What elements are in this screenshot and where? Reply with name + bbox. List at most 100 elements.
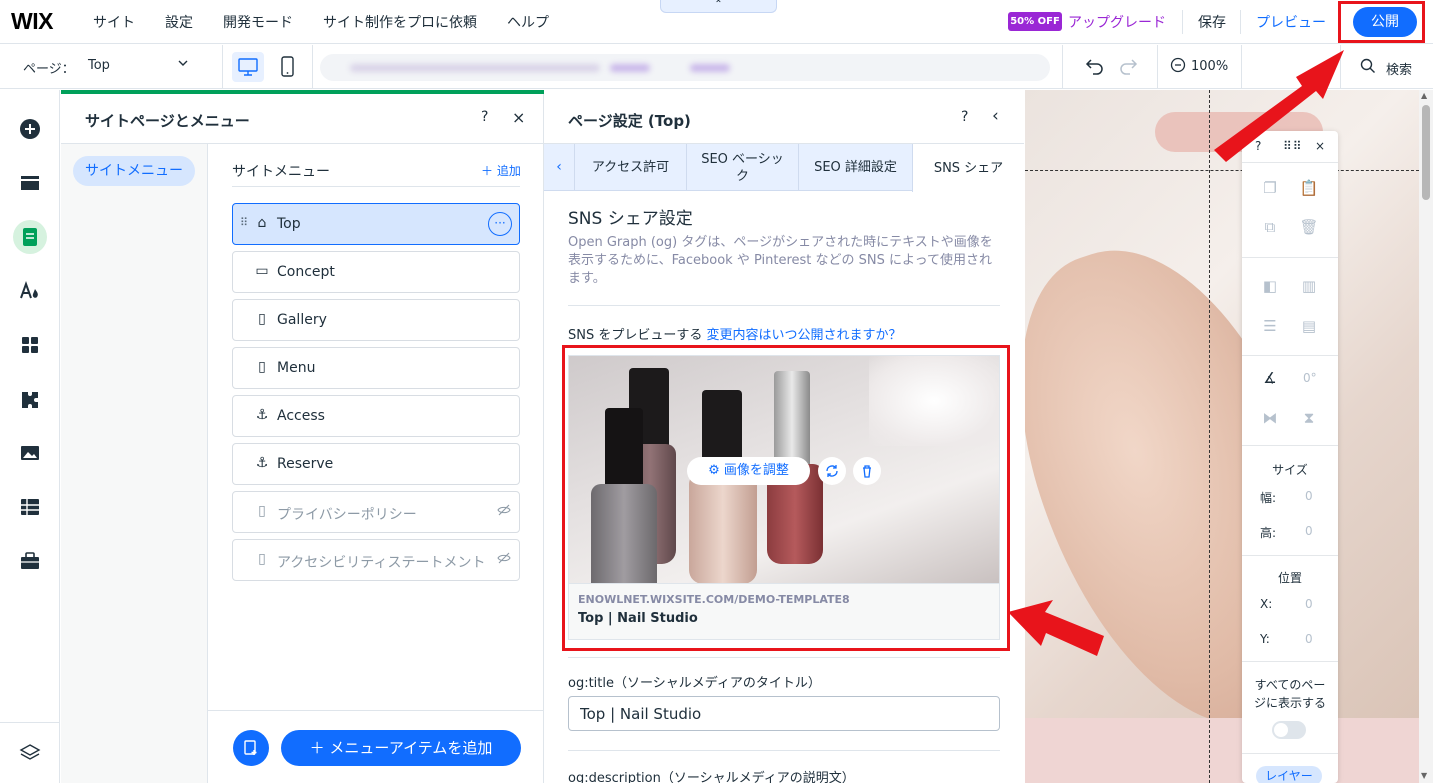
rotation-value[interactable]: 0°	[1303, 371, 1317, 385]
add-icon[interactable]	[13, 112, 47, 146]
x-value[interactable]: 0	[1305, 597, 1313, 611]
scrollbar-thumb[interactable]	[1422, 105, 1430, 200]
back-icon[interactable]: ‹	[992, 106, 999, 126]
sections-icon[interactable]	[13, 166, 47, 200]
desktop-view-button[interactable]	[232, 52, 264, 82]
editor-canvas[interactable]	[1025, 90, 1419, 783]
zoom-out-icon[interactable]	[1170, 57, 1186, 77]
publish-info-link[interactable]: 変更内容はいつ公開されますか？	[707, 328, 902, 343]
duplicate-icon[interactable]: ⧉	[1260, 218, 1280, 236]
save-button[interactable]: 保存	[1198, 12, 1226, 32]
width-value[interactable]: 0	[1305, 489, 1313, 503]
arrange-icon[interactable]: ◧	[1260, 277, 1280, 295]
rotate-icon[interactable]: ∡	[1260, 369, 1280, 387]
drag-handle-icon[interactable]: ⠿⠿	[1283, 139, 1303, 153]
media-icon[interactable]	[13, 436, 47, 470]
distribute-icon[interactable]: ☰	[1260, 317, 1280, 335]
scroll-up-icon[interactable]: ▲	[1421, 91, 1427, 100]
add-menu-item-button[interactable]: ＋ メニューアイテムを追加	[281, 730, 521, 766]
help-icon[interactable]: ?	[481, 109, 488, 125]
menu-item-label: Menu	[277, 360, 316, 376]
divider	[1340, 45, 1341, 89]
site-pages-panel: サイトページとメニュー ? × サイトメニュー サイトメニュー ＋ 追加 ⠿ ⌂…	[61, 90, 544, 783]
business-icon[interactable]	[13, 544, 47, 578]
tabs-scroll-left-icon[interactable]: ‹	[544, 144, 574, 191]
menu-item-concept[interactable]: ▭ Concept	[232, 251, 520, 293]
flip-horizontal-icon[interactable]: ⧓	[1260, 409, 1280, 427]
home-icon: ⌂	[257, 215, 267, 231]
cms-icon[interactable]	[13, 490, 47, 524]
layers-button[interactable]: レイヤー	[1256, 766, 1322, 783]
tab-social-share[interactable]: SNS シェア	[912, 144, 1024, 192]
menu-item-menu[interactable]: ▯ Menu	[232, 347, 520, 389]
undo-icon[interactable]	[1085, 56, 1105, 81]
floating-toolbar: ? ⠿⠿ × ❐ 📋 ⧉ 🗑 ◧ ▥ ☰ ▤ ∡ 0° ⧓ ⧗ サイズ 幅: 0…	[1242, 131, 1338, 783]
tab-seo-advanced[interactable]: SEO 詳細設定	[798, 144, 912, 191]
guide-line-vertical	[1209, 90, 1210, 783]
menu-settings[interactable]: 設定	[165, 12, 193, 32]
search-label[interactable]: 検索	[1386, 59, 1412, 78]
menu-item-top[interactable]: ⠿ ⌂ Top ···	[232, 203, 520, 245]
puzzle-icon[interactable]	[13, 382, 47, 416]
menu-item-privacy-policy[interactable]: ▯ プライバシーポリシー	[232, 491, 520, 533]
preview-button[interactable]: プレビュー	[1256, 12, 1326, 32]
height-value[interactable]: 0	[1305, 524, 1313, 538]
add-page-link[interactable]: ＋ 追加	[481, 162, 521, 179]
hidden-eye-icon[interactable]	[497, 504, 511, 520]
menu-site[interactable]: サイト	[93, 12, 135, 32]
zoom-level[interactable]: 100%	[1191, 59, 1228, 74]
page-selector-value[interactable]: Top	[88, 58, 110, 73]
paste-icon[interactable]: 📋	[1299, 179, 1319, 197]
show-on-all-pages-toggle[interactable]	[1272, 721, 1306, 739]
help-icon[interactable]: ?	[1255, 139, 1261, 153]
sidebar-item-site-menu[interactable]: サイトメニュー	[73, 156, 195, 186]
menu-item-label: Gallery	[277, 312, 327, 328]
apps-icon[interactable]	[13, 328, 47, 362]
divider	[1242, 555, 1338, 556]
menu-help[interactable]: ヘルプ	[507, 12, 549, 32]
wix-logo[interactable]: WIX	[11, 8, 53, 35]
menu-dev-mode[interactable]: 開発モード	[223, 12, 293, 32]
menu-item-gallery[interactable]: ▯ Gallery	[232, 299, 520, 341]
y-label: Y:	[1260, 632, 1270, 646]
tab-permissions[interactable]: アクセス許可	[574, 144, 686, 191]
align-icon[interactable]: ▥	[1299, 277, 1319, 295]
menu-hire-pro[interactable]: サイト制作をプロに依頼	[323, 12, 477, 32]
drag-handle-icon[interactable]: ⠿	[240, 216, 248, 229]
menu-item-accessibility-statement[interactable]: ▯ アクセシビリティステートメント	[232, 539, 520, 581]
redo-icon[interactable]	[1118, 56, 1138, 81]
annotation-highlight-preview	[562, 345, 1010, 651]
hidden-eye-icon[interactable]	[497, 552, 511, 568]
chevron-down-icon[interactable]	[177, 57, 189, 73]
delete-icon[interactable]: 🗑	[1299, 218, 1319, 236]
help-icon[interactable]: ?	[961, 109, 968, 125]
collapse-topbar-button[interactable]: ⌃	[660, 0, 777, 13]
layers-icon[interactable]	[13, 736, 47, 770]
design-icon[interactable]	[13, 274, 47, 308]
upgrade-link[interactable]: アップグレード	[1068, 12, 1166, 32]
match-size-icon[interactable]: ▤	[1299, 317, 1319, 335]
menu-item-reserve[interactable]: ⚓ Reserve	[232, 443, 520, 485]
og-title-label: og:title（ソーシャルメディアのタイトル）	[568, 676, 821, 691]
pages-icon[interactable]	[13, 220, 47, 254]
flip-vertical-icon[interactable]: ⧗	[1299, 409, 1319, 427]
copy-icon[interactable]: ❐	[1260, 179, 1280, 197]
sale-badge[interactable]: 50% OFF	[1008, 12, 1062, 31]
page-icon: ▯	[258, 551, 266, 567]
panel-title: ページ設定 (Top)	[568, 112, 691, 130]
og-title-input[interactable]	[568, 696, 1000, 731]
close-icon[interactable]: ×	[1315, 139, 1325, 153]
close-icon[interactable]: ×	[512, 108, 525, 127]
page-icon: ▯	[258, 311, 266, 327]
y-value[interactable]: 0	[1305, 632, 1313, 646]
more-actions-icon[interactable]: ···	[488, 212, 512, 236]
mobile-view-button[interactable]	[278, 52, 298, 82]
height-label: 高:	[1260, 526, 1277, 540]
site-url-bar[interactable]	[320, 54, 1050, 81]
menu-item-access[interactable]: ⚓ Access	[232, 395, 520, 437]
add-page-icon[interactable]	[233, 730, 269, 766]
search-icon[interactable]	[1360, 58, 1376, 78]
scroll-down-icon[interactable]: ▼	[1421, 771, 1427, 780]
tab-seo-basics[interactable]: SEO ベーシック	[686, 144, 798, 191]
divider	[208, 710, 544, 711]
